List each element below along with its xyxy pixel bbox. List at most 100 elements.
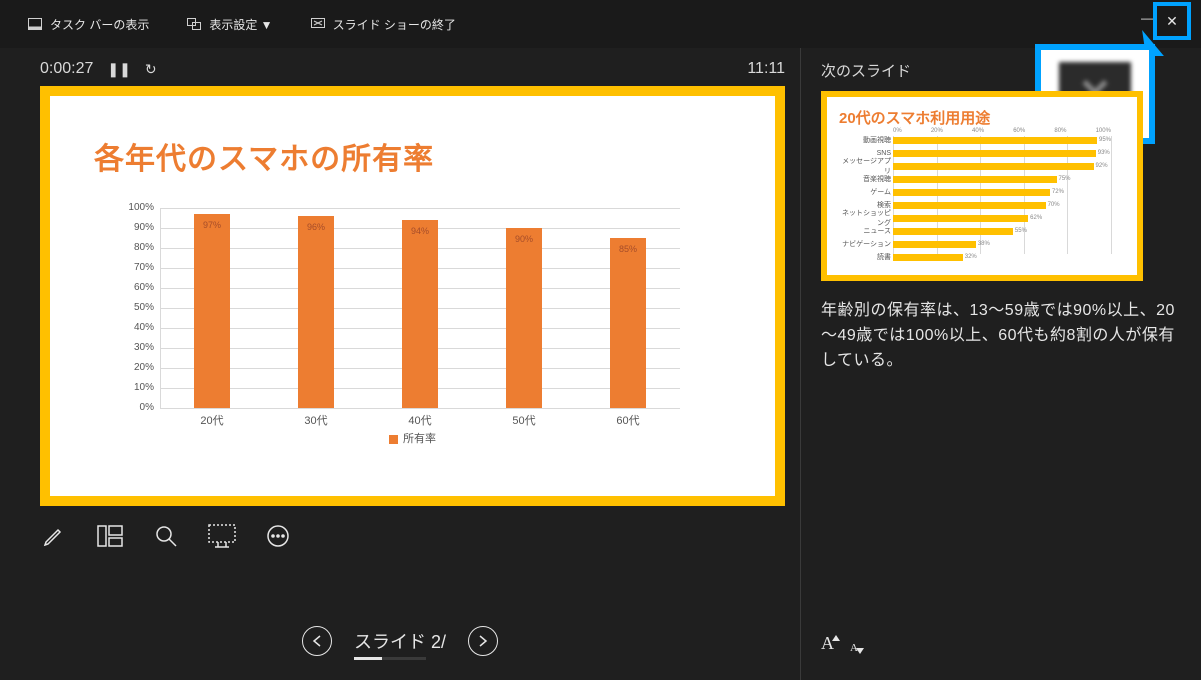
prev-slide-button[interactable] [302,626,332,656]
y-tick: 60% [118,282,154,293]
close-button-highlight: ✕ [1153,2,1191,40]
hbar [893,202,1046,209]
y-tick: 0% [118,402,154,413]
hbar [893,228,1013,235]
bar: 94% [402,220,438,408]
more-tools[interactable] [264,522,292,550]
main: 0:00:27 ❚❚ ↻ 11:11 各年代のスマホの所有率 0% 10% 20% 3… [0,48,1201,680]
y-tick: 40% [118,322,154,333]
taskbar-icon [28,17,42,31]
hbar-row: 音楽視聴75% [893,173,1111,185]
x-label: 40代 [408,412,431,428]
main-chart: 0%10%20%30%40%50%60%70%80%90%100% 97%96%… [160,208,680,428]
hbar [893,254,963,261]
display-settings[interactable]: 表示設定 ▼ [187,16,272,33]
bar-value: 90% [515,234,533,244]
hbar-category: 音楽視聴 [839,174,891,184]
current-slide[interactable]: 各年代のスマホの所有率 0% 10% 20% 30% 40% 50% 60% 70% 80% 90… [40,86,785,506]
font-decrease[interactable]: A [850,642,858,654]
y-tick: 50% [118,302,154,313]
slides-tool[interactable] [96,522,124,550]
slide-title: 各年代のスマホの所有率 [94,134,731,178]
y-tick: 30% [118,342,154,353]
next-slide-button[interactable] [468,626,498,656]
chart-legend: 所有率 [94,430,731,446]
taskbar-toggle[interactable]: タスク バーの表示 [28,16,149,33]
next-slide-header: 次のスライド [821,60,1179,81]
hbar-value: 55% [1015,228,1027,234]
hbar-category: ゲーム [839,187,891,197]
presenter-tools [40,522,800,550]
hbar-row: 読書32% [893,251,1111,263]
pen-tool[interactable] [40,522,68,550]
hbar-value: 62% [1030,215,1042,221]
taskbar-label: タスク バーの表示 [50,16,149,33]
y-tick: 10% [118,382,154,393]
font-increase[interactable]: A [821,633,834,654]
bar: 90% [506,228,542,408]
hbar-row: メッセージアプリ92% [893,160,1111,172]
next-slide-thumb[interactable]: 20代のスマホ利用用途 0%20%40%60%80%100% 動画視聴95%SN… [821,91,1143,281]
hbar-value: 95% [1099,137,1111,143]
end-slideshow[interactable]: スライド ショーの終了 [311,16,456,33]
bar: 96% [298,216,334,408]
minimize-button[interactable]: ― [1141,11,1153,25]
y-tick: 100% [118,202,154,213]
hbar-category: メッセージアプリ [839,156,891,176]
x-label: 30代 [304,412,327,428]
restart-button[interactable]: ↻ [145,61,157,78]
slide-counter[interactable]: スライド 2/ [354,628,446,654]
x-label: 50代 [512,412,535,428]
hbar-value: 32% [965,254,977,260]
hbar-category: ネットショッピング [839,208,891,228]
next-chart: 0%20%40%60%80%100% 動画視聴95%SNS93%メッセージアプリ… [893,134,1111,266]
bar-value: 94% [411,226,429,236]
x-label: 20代 [200,412,223,428]
hbar-row: ゲーム72% [893,186,1111,198]
hbar-value: 92% [1096,163,1108,169]
y-tick: 80% [118,242,154,253]
hbar-value: 72% [1052,189,1064,195]
font-size-tools: A A [821,633,858,654]
hbar [893,150,1096,157]
bar: 97% [194,214,230,408]
x-label: 60代 [616,412,639,428]
hbar-row: ネットショッピング62% [893,212,1111,224]
clock-time: 11:11 [747,60,785,78]
bar-value: 85% [619,244,637,254]
hbar-category: 動画視聴 [839,135,891,145]
hbar-row: 動画視聴95% [893,134,1111,146]
hbar-value: 93% [1098,150,1110,156]
elapsed-time: 0:00:27 [40,60,93,78]
presenter-pane: 0:00:27 ❚❚ ↻ 11:11 各年代のスマホの所有率 0% 10% 20% 3… [0,48,800,680]
slide-content: 各年代のスマホの所有率 0% 10% 20% 30% 40% 50% 60% 70% 80% 90… [50,96,775,496]
toolbar: タスク バーの表示 表示設定 ▼ スライド ショーの終了 [0,0,1201,48]
y-tick: 90% [118,222,154,233]
black-screen-tool[interactable] [208,522,236,550]
hbar [893,137,1097,144]
zoom-tool[interactable] [152,522,180,550]
pause-button[interactable]: ❚❚ [107,61,130,78]
display-label: 表示設定 ▼ [209,16,272,33]
hbar-value: 38% [978,241,990,247]
end-icon [311,17,325,31]
hbar-row: ニュース55% [893,225,1111,237]
hbar [893,189,1050,196]
display-icon [187,17,201,31]
next-slide-title: 20代のスマホ利用用途 [839,107,1125,128]
close-button[interactable]: ✕ [1166,13,1178,30]
hbar-category: 読書 [839,252,891,262]
notes-pane: 次のスライド 20代のスマホ利用用途 0%20%40%60%80%100% 動画… [800,48,1201,680]
bar-value: 96% [307,222,325,232]
hbar [893,241,976,248]
hbar-row: 検索70% [893,199,1111,211]
y-tick: 70% [118,262,154,273]
hbar-value: 75% [1059,176,1071,182]
hbar-value: 70% [1048,202,1060,208]
hbar-category: ナビゲーション [839,239,891,249]
hbar [893,163,1094,170]
hbar [893,215,1028,222]
hbar-category: ニュース [839,226,891,236]
y-tick: 20% [118,362,154,373]
speaker-notes: 年齢別の保有率は、13～59歳では90%以上、20～49歳では100%以上、60… [821,299,1179,373]
